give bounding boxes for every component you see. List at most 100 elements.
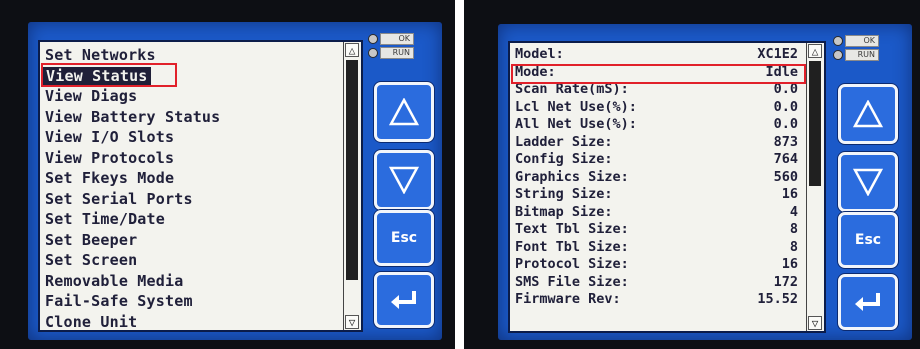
ok-led-label: OK: [845, 35, 879, 47]
scroll-thumb[interactable]: [346, 60, 358, 280]
menu-item[interactable]: Set Fkeys Mode: [45, 168, 335, 189]
status-value: 16: [781, 256, 798, 272]
menu-item-label: View I/O Slots: [45, 128, 175, 146]
menu-item[interactable]: Fail-Safe System: [45, 291, 335, 312]
right-lcd-screen: Model: XC1E2 Mode: Idle Scan Rate(mS): 0.0 Lcl…: [508, 41, 826, 333]
down-button[interactable]: [838, 152, 898, 212]
ok-led: OK: [833, 35, 881, 47]
enter-button[interactable]: [374, 272, 434, 328]
status-row[interactable]: SMS File Size: 172: [515, 274, 798, 292]
menu-item[interactable]: Set Beeper: [45, 230, 335, 251]
menu-item[interactable]: View Battery Status: [45, 107, 335, 128]
enter-return-icon: [855, 293, 880, 311]
status-label: Firmware Rev:: [515, 291, 621, 307]
run-led-icon: [368, 48, 378, 58]
status-row[interactable]: Model: XC1E2: [515, 46, 798, 64]
view-status-highlight-box: [41, 63, 177, 87]
status-row[interactable]: Config Size: 764: [515, 151, 798, 169]
right-bezel: Model: XC1E2 Mode: Idle Scan Rate(mS): 0.0 Lcl…: [498, 24, 912, 340]
menu-item-label: Set Screen: [45, 251, 138, 269]
status-value: 8: [789, 238, 798, 255]
menu-item-label: Clone Unit: [45, 312, 138, 331]
ok-led-icon: [833, 36, 843, 46]
menu-item[interactable]: Set Screen: [45, 250, 335, 271]
status-value: 15.52: [757, 291, 798, 307]
status-row[interactable]: Protocol Size: 16: [515, 256, 798, 274]
menu-item-label: View Protocols: [45, 148, 175, 167]
menu-item-label: Set Beeper: [45, 230, 138, 249]
menu-item-label: Set Fkeys Mode: [45, 169, 175, 187]
down-triangle-icon: [389, 166, 419, 194]
left-bezel: Set Networks View Status View Diags View Ba…: [28, 22, 442, 340]
status-label: Text Tbl Size:: [515, 221, 629, 237]
menu-item[interactable]: Set Time/Date: [45, 209, 335, 230]
status-label: Font Tbl Size:: [515, 238, 629, 255]
run-led-icon: [833, 50, 843, 60]
ok-led-icon: [368, 34, 378, 44]
status-label: Bitmap Size:: [515, 203, 613, 220]
menu-item-label: View Diags: [45, 87, 138, 105]
status-label: Ladder Size:: [515, 133, 613, 150]
status-row[interactable]: Lcl Net Use(%): 0.0: [515, 99, 798, 117]
status-label: All Net Use(%):: [515, 116, 637, 132]
esc-button-label: Esc: [854, 232, 882, 248]
right-status-leds: OK RUN: [833, 35, 881, 63]
menu-item-label: Fail-Safe System: [45, 292, 193, 310]
run-led: RUN: [833, 49, 881, 61]
status-row[interactable]: Graphics Size: 560: [515, 169, 798, 187]
status-row[interactable]: All Net Use(%): 0.0: [515, 116, 798, 134]
esc-button[interactable]: Esc: [374, 210, 434, 266]
right-device-photo: Model: XC1E2 Mode: Idle Scan Rate(mS): 0.0 Lcl…: [464, 0, 920, 349]
status-label: String Size:: [515, 186, 613, 202]
status-row[interactable]: Ladder Size: 873: [515, 134, 798, 152]
left-scrollbar[interactable]: △ ▽: [343, 42, 361, 330]
run-led-label: RUN: [380, 47, 414, 59]
menu-item-label: Set Networks: [45, 46, 156, 64]
status-label: Lcl Net Use(%):: [515, 98, 637, 115]
status-row[interactable]: Font Tbl Size: 8: [515, 239, 798, 257]
menu-item[interactable]: View Diags: [45, 86, 335, 107]
status-row[interactable]: Bitmap Size: 4: [515, 204, 798, 222]
menu-item[interactable]: Removable Media: [45, 271, 335, 292]
scroll-down-arrow[interactable]: ▽: [808, 316, 822, 330]
status-row[interactable]: Text Tbl Size: 8: [515, 221, 798, 239]
menu-item-label: View Battery Status: [45, 107, 221, 126]
status-value: 560: [773, 168, 798, 185]
menu-item[interactable]: Set Serial Ports: [45, 189, 335, 210]
scroll-thumb[interactable]: [809, 61, 821, 186]
status-row[interactable]: Firmware Rev: 15.52: [515, 291, 798, 309]
ok-led: OK: [368, 33, 416, 45]
status-label: Config Size:: [515, 151, 613, 167]
up-button[interactable]: [374, 82, 434, 142]
enter-return-icon: [391, 291, 416, 309]
scroll-up-arrow[interactable]: △: [808, 44, 822, 58]
status-value: 8: [789, 221, 798, 237]
status-row[interactable]: String Size: 16: [515, 186, 798, 204]
run-led-label: RUN: [845, 49, 879, 61]
up-triangle-icon: [389, 98, 419, 126]
up-button[interactable]: [838, 84, 898, 144]
menu-item[interactable]: View Protocols: [45, 148, 335, 169]
status-value: 172: [773, 273, 798, 290]
status-label: Protocol Size:: [515, 256, 629, 272]
status-table: Model: XC1E2 Mode: Idle Scan Rate(mS): 0.0 Lcl…: [515, 46, 798, 309]
menu-item-label: Set Time/Date: [45, 210, 165, 228]
status-label: Graphics Size:: [515, 168, 629, 185]
status-value: 0.0: [773, 98, 798, 115]
menu-item[interactable]: View I/O Slots: [45, 127, 335, 148]
left-device-photo: Set Networks View Status View Diags View Ba…: [0, 0, 455, 349]
scroll-up-arrow[interactable]: △: [345, 43, 359, 57]
mode-highlight-box: [511, 64, 806, 84]
left-status-leds: OK RUN: [368, 33, 416, 61]
left-lcd-screen: Set Networks View Status View Diags View Ba…: [38, 40, 363, 332]
enter-button[interactable]: [838, 274, 898, 330]
right-scrollbar[interactable]: △ ▽: [806, 43, 824, 331]
esc-button[interactable]: Esc: [838, 212, 898, 268]
down-button[interactable]: [374, 150, 434, 210]
status-label: SMS File Size:: [515, 273, 629, 290]
scroll-down-arrow[interactable]: ▽: [345, 315, 359, 329]
up-triangle-icon: [853, 100, 883, 128]
menu-item[interactable]: Clone Unit: [45, 312, 335, 331]
status-value: 16: [781, 186, 798, 202]
status-value: 764: [773, 151, 798, 167]
